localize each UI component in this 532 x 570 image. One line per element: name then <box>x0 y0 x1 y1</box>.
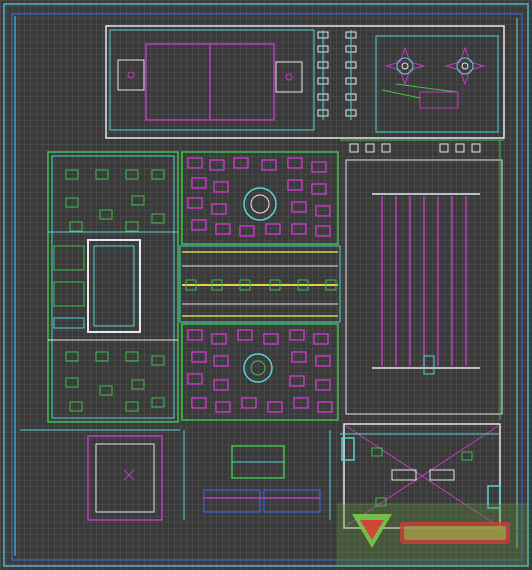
site-plan-canvas <box>0 0 532 570</box>
watermark <box>337 503 529 567</box>
site-plan-drawing <box>0 0 532 570</box>
